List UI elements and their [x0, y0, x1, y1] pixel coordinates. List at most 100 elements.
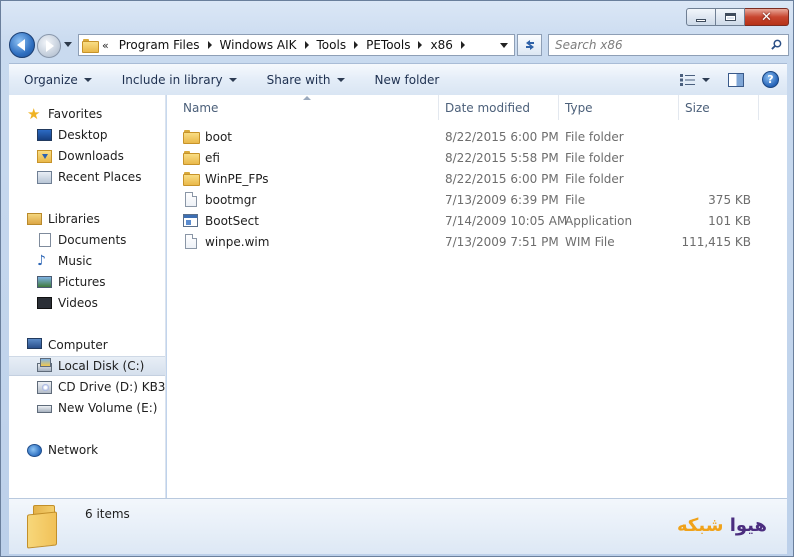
- nav-recent-places[interactable]: Recent Places: [9, 167, 165, 187]
- share-with-button[interactable]: Share with: [252, 64, 360, 95]
- file-type: File folder: [565, 150, 624, 165]
- maximize-button[interactable]: [716, 8, 745, 26]
- search-box[interactable]: [548, 34, 789, 56]
- file-type: File: [565, 192, 586, 207]
- close-icon: ✕: [761, 9, 772, 25]
- nav-libraries[interactable]: Libraries: [9, 209, 165, 229]
- nav-new-volume-e[interactable]: New Volume (E:): [9, 398, 165, 418]
- breadcrumb-chevron-icon[interactable]: [304, 41, 309, 49]
- music-icon: ♪: [37, 253, 46, 269]
- include-in-library-button[interactable]: Include in library: [107, 64, 252, 95]
- nav-documents[interactable]: Documents: [9, 230, 165, 250]
- drive-icon: [37, 405, 52, 413]
- nav-favorites[interactable]: ★ Favorites: [9, 104, 165, 124]
- breadcrumb-chevron-icon[interactable]: [354, 41, 359, 49]
- nav-cd-drive-d[interactable]: CD Drive (D:) KB3AIK: [9, 377, 166, 397]
- table-row[interactable]: efi 8/22/2015 5:58 PM File folder: [167, 147, 787, 168]
- nav-label: Pictures: [58, 275, 106, 289]
- libraries-icon: [27, 213, 42, 225]
- file-date: 8/22/2015 6:00 PM: [445, 171, 559, 186]
- forward-button[interactable]: [37, 34, 61, 58]
- chevron-down-icon: [336, 77, 345, 82]
- table-row[interactable]: bootmgr 7/13/2009 6:39 PM File 375 KB: [167, 189, 787, 210]
- recent-places-icon: [37, 171, 52, 184]
- breadcrumb-chevron-icon[interactable]: [418, 41, 423, 49]
- column-header-size[interactable]: Size: [679, 95, 759, 120]
- close-button[interactable]: ✕: [745, 8, 789, 26]
- command-bar: Organize Include in library Share with N…: [9, 63, 787, 95]
- videos-icon: [37, 297, 52, 309]
- breadcrumb-overflow[interactable]: «: [102, 39, 109, 52]
- file-type: Application: [565, 213, 633, 228]
- nav-music[interactable]: ♪ Music: [9, 251, 165, 271]
- maximize-icon: [724, 13, 736, 21]
- file-name: BootSect: [205, 213, 259, 228]
- file-date: 8/22/2015 6:00 PM: [445, 129, 559, 144]
- column-header-type[interactable]: Type: [559, 95, 679, 120]
- folder-icon: [82, 38, 99, 53]
- file-size: 375 KB: [708, 192, 751, 207]
- table-row[interactable]: boot 8/22/2015 6:00 PM File folder: [167, 126, 787, 147]
- minimize-icon: [696, 18, 706, 22]
- file-type: File folder: [565, 171, 624, 186]
- change-view-icon[interactable]: [680, 73, 696, 86]
- column-header-label: Date modified: [445, 100, 531, 115]
- column-header-name[interactable]: Name: [177, 95, 439, 120]
- organize-button[interactable]: Organize: [9, 64, 107, 95]
- recent-pages-dropdown[interactable]: [64, 42, 72, 47]
- file-name-cell: BootSect: [183, 210, 259, 231]
- search-icon[interactable]: [771, 39, 782, 50]
- organize-label: Organize: [24, 72, 78, 87]
- new-folder-label: New folder: [374, 72, 440, 87]
- downloads-icon: [37, 150, 52, 163]
- file-name-cell: bootmgr: [183, 189, 256, 210]
- breadcrumb-chevron-icon[interactable]: [207, 41, 212, 49]
- file-icon: [185, 191, 197, 207]
- column-header-date-modified[interactable]: Date modified: [439, 95, 559, 120]
- breadcrumb-item[interactable]: Program Files: [115, 38, 204, 52]
- table-row[interactable]: BootSect 7/14/2009 10:05 AM Application …: [167, 210, 787, 231]
- breadcrumb-item[interactable]: PETools: [362, 38, 414, 52]
- table-row[interactable]: WinPE_FPs 8/22/2015 6:00 PM File folder: [167, 168, 787, 189]
- watermark-text: شبکه: [676, 515, 724, 536]
- breadcrumb-item[interactable]: Tools: [313, 38, 351, 52]
- nav-computer[interactable]: Computer: [9, 335, 165, 355]
- back-button[interactable]: [9, 32, 35, 58]
- file-name: winpe.wim: [205, 234, 270, 249]
- folder-icon: [183, 150, 200, 165]
- watermark-text: هیوا: [729, 515, 767, 536]
- preview-pane-icon[interactable]: [728, 72, 744, 87]
- breadcrumb-item[interactable]: Windows AIK: [216, 38, 301, 52]
- file-name: boot: [205, 129, 233, 144]
- breadcrumb: « Program Files Windows AIK Tools PETool…: [102, 35, 469, 55]
- nav-pictures[interactable]: Pictures: [9, 272, 165, 292]
- nav-desktop[interactable]: Desktop: [9, 125, 165, 145]
- navigation-pane: ★ Favorites Desktop Downloads Recent Pla…: [9, 95, 166, 498]
- explorer-window: ✕ « Program Files Windows AIK Tools PETo…: [0, 0, 794, 557]
- file-date: 7/13/2009 6:39 PM: [445, 192, 559, 207]
- minimize-button[interactable]: [686, 8, 716, 26]
- file-date: 7/14/2009 10:05 AM: [445, 213, 568, 228]
- nav-label: CD Drive (D:) KB3AIK: [58, 380, 166, 394]
- nav-videos[interactable]: Videos: [9, 293, 165, 313]
- file-name-cell: boot: [183, 126, 232, 147]
- nav-label: Videos: [58, 296, 98, 310]
- breadcrumb-chevron-icon[interactable]: [460, 41, 465, 49]
- nav-label: Computer: [48, 338, 108, 352]
- nav-downloads[interactable]: Downloads: [9, 146, 165, 166]
- new-folder-button[interactable]: New folder: [360, 64, 455, 95]
- view-options-dropdown[interactable]: [702, 77, 710, 82]
- address-bar[interactable]: « Program Files Windows AIK Tools PETool…: [78, 34, 515, 56]
- refresh-button[interactable]: [517, 34, 542, 56]
- table-row[interactable]: winpe.wim 7/13/2009 7:51 PM WIM File 111…: [167, 231, 787, 252]
- breadcrumb-item[interactable]: x86: [426, 38, 456, 52]
- address-dropdown-icon[interactable]: [500, 43, 508, 48]
- nav-local-disk-c[interactable]: Local Disk (C:): [9, 356, 165, 376]
- nav-network[interactable]: Network: [9, 440, 165, 460]
- file-size: 101 KB: [708, 213, 751, 228]
- column-header-label: Size: [685, 100, 710, 115]
- search-input[interactable]: [555, 38, 755, 52]
- help-icon[interactable]: ?: [762, 71, 779, 88]
- documents-icon: [39, 233, 51, 247]
- file-size: [667, 168, 751, 189]
